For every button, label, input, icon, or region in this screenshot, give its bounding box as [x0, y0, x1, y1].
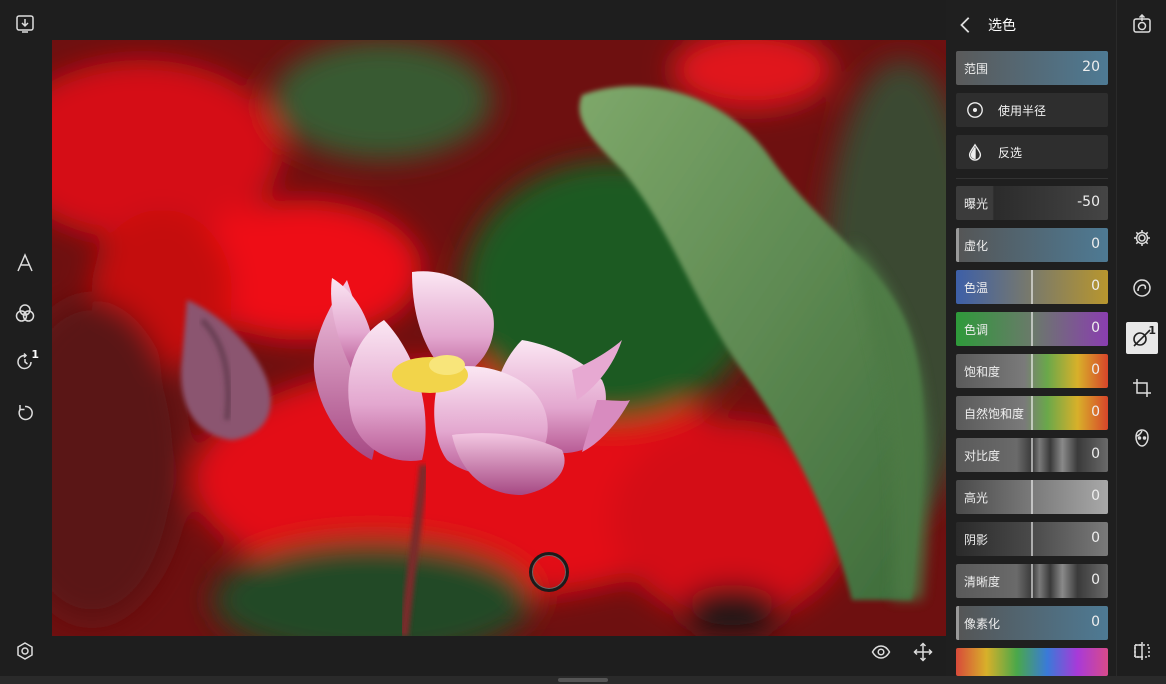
- panel-title: 选色: [988, 18, 1016, 34]
- saturation-slider[interactable]: 饱和度 0: [956, 354, 1108, 388]
- blend-icon[interactable]: [9, 297, 41, 329]
- highlights-slider[interactable]: 高光 0: [956, 480, 1108, 514]
- clarity-value: 0: [1091, 572, 1100, 588]
- clarity-slider[interactable]: 清晰度 0: [956, 564, 1108, 598]
- vibrance-slider[interactable]: 自然饱和度 0: [956, 396, 1108, 430]
- history-badge: 1: [31, 348, 39, 361]
- tint-slider[interactable]: 色调 0: [956, 312, 1108, 346]
- slider-handle[interactable]: [1031, 564, 1033, 598]
- exposure-label: 曝光: [964, 197, 989, 211]
- selective-badge: 1: [1148, 324, 1156, 337]
- brush-cursor[interactable]: [529, 552, 569, 592]
- slider-handle[interactable]: [956, 228, 959, 262]
- blur-value: 0: [1091, 236, 1100, 252]
- panel-divider: [956, 178, 1108, 179]
- use-radius-label: 使用半径: [998, 103, 1047, 118]
- gear-icon[interactable]: [1126, 222, 1158, 254]
- slider-handle[interactable]: [956, 606, 959, 640]
- color-picker-strip[interactable]: [956, 648, 1108, 676]
- saturation-label: 饱和度: [964, 365, 1001, 379]
- target-icon: [962, 93, 988, 127]
- droplet-icon: [962, 135, 988, 169]
- chevron-left-icon: [960, 17, 970, 33]
- back-button[interactable]: [946, 8, 986, 42]
- temperature-slider[interactable]: 色温 0: [956, 270, 1108, 304]
- blur-slider[interactable]: 虚化 0: [956, 228, 1108, 262]
- pixelate-value: 0: [1091, 614, 1100, 630]
- tint-value: 0: [1091, 320, 1100, 336]
- range-slider[interactable]: 范围 20: [956, 51, 1108, 85]
- use-radius-button[interactable]: 使用半径: [956, 93, 1108, 127]
- panel-header: 选色: [946, 8, 1116, 42]
- shadows-slider[interactable]: 阴影 0: [956, 522, 1108, 556]
- eye-icon[interactable]: [865, 636, 897, 668]
- left-toolbar: 1: [0, 0, 52, 684]
- temperature-value: 0: [1091, 278, 1100, 294]
- save-icon[interactable]: [9, 8, 41, 40]
- photo-canvas[interactable]: [52, 40, 946, 636]
- compare-icon[interactable]: [1126, 635, 1158, 667]
- undo-icon[interactable]: [9, 397, 41, 429]
- saturation-value: 0: [1091, 362, 1100, 378]
- exposure-value: -50: [1077, 194, 1100, 210]
- slider-handle[interactable]: [1031, 480, 1033, 514]
- blur-label: 虚化: [964, 239, 989, 253]
- shadows-label: 阴影: [964, 533, 989, 547]
- text-icon[interactable]: [9, 247, 41, 279]
- crop-icon[interactable]: [1126, 372, 1158, 404]
- contrast-slider[interactable]: 对比度 0: [956, 438, 1108, 472]
- highlights-value: 0: [1091, 488, 1100, 504]
- invert-label: 反选: [998, 145, 1023, 160]
- pixelate-slider[interactable]: 像素化 0: [956, 606, 1108, 640]
- range-value: 20: [1082, 59, 1100, 75]
- contrast-value: 0: [1091, 446, 1100, 462]
- slider-handle[interactable]: [1031, 354, 1033, 388]
- move-icon[interactable]: [907, 636, 939, 668]
- selective-color-panel: 选色 范围 20 使用半径 反选 曝光 -50 虚化 0 色温 0 色调 0 饱…: [946, 0, 1116, 684]
- slider-handle[interactable]: [1031, 522, 1033, 556]
- export-icon[interactable]: [1126, 8, 1158, 40]
- slider-handle[interactable]: [1031, 312, 1033, 346]
- slider-handle[interactable]: [1031, 396, 1033, 430]
- slider-handle[interactable]: [1031, 270, 1033, 304]
- right-toolbar: 1: [1116, 0, 1166, 684]
- exposure-slider[interactable]: 曝光 -50: [956, 186, 1108, 220]
- vibrance-value: 0: [1091, 404, 1100, 420]
- pixelate-label: 像素化: [964, 617, 1001, 631]
- invert-button[interactable]: 反选: [956, 135, 1108, 169]
- slider-handle[interactable]: [1031, 438, 1033, 472]
- range-label: 范围: [964, 62, 989, 76]
- horizontal-scrollbar[interactable]: [0, 676, 1166, 684]
- clarity-label: 清晰度: [964, 575, 1001, 589]
- history-icon[interactable]: 1: [9, 346, 41, 378]
- shadows-value: 0: [1091, 530, 1100, 546]
- scrollbar-thumb[interactable]: [558, 678, 608, 682]
- vibrance-label: 自然饱和度: [964, 407, 1025, 421]
- tint-label: 色调: [964, 323, 989, 337]
- spiral-icon[interactable]: [1126, 272, 1158, 304]
- highlights-label: 高光: [964, 491, 989, 505]
- contrast-label: 对比度: [964, 449, 1001, 463]
- settings-hex-icon[interactable]: [9, 635, 41, 667]
- face-icon[interactable]: [1126, 422, 1158, 454]
- temperature-label: 色温: [964, 281, 989, 295]
- selective-edit-icon[interactable]: 1: [1126, 322, 1158, 354]
- lotus-photo: [52, 40, 946, 636]
